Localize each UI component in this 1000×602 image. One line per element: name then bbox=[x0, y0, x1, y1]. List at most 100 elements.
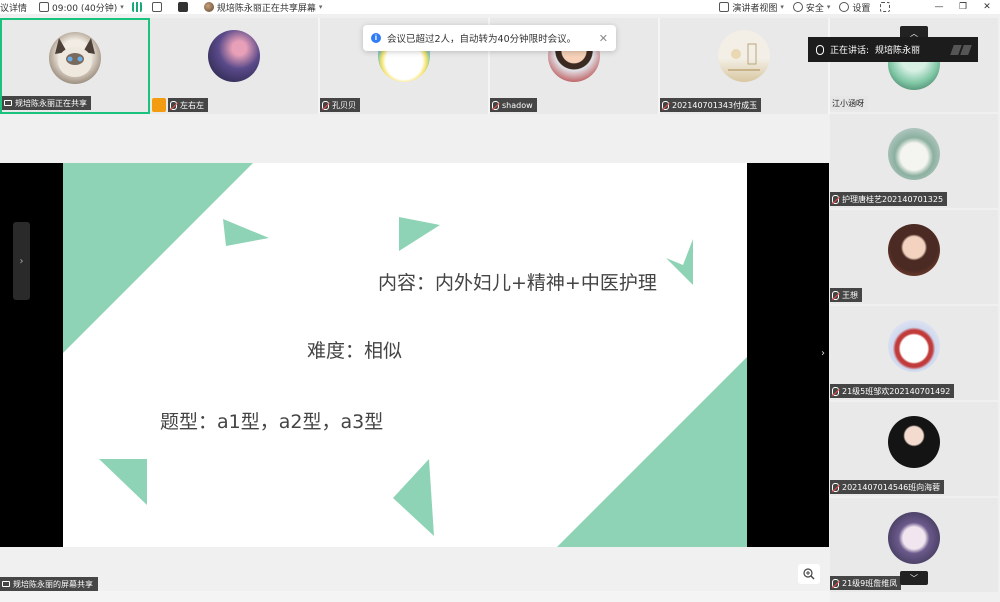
external-link-icon bbox=[151, 2, 162, 12]
sharer-dropdown[interactable]: 规培陈永丽正在共享屏幕 ▾ bbox=[203, 0, 323, 14]
scroll-down-button[interactable]: ﹀ bbox=[900, 571, 928, 585]
gear-icon bbox=[839, 2, 850, 12]
avatar bbox=[203, 2, 214, 12]
collapse-strip-handle[interactable]: › bbox=[13, 222, 30, 300]
participant-name: 左右左 bbox=[180, 100, 204, 110]
chevron-down-icon: ﹀ bbox=[910, 573, 918, 583]
speaking-indicator: 正在讲话: 规培陈永丽 bbox=[808, 37, 978, 62]
restore-button[interactable]: ❐ bbox=[956, 0, 970, 14]
zoom-button[interactable] bbox=[798, 564, 820, 584]
chevron-down-icon: ▾ bbox=[318, 3, 323, 11]
close-icon: ✕ bbox=[983, 2, 991, 12]
timer[interactable]: 09:00 (40分钟) ▾ bbox=[39, 0, 124, 14]
participant-name-tag: 江小涵呀 bbox=[830, 96, 868, 110]
participant-tile[interactable]: 规培陈永丽正在共享 bbox=[0, 18, 150, 114]
mic-muted-icon bbox=[832, 290, 839, 300]
chevron-down-icon: ▾ bbox=[780, 3, 784, 11]
minimize-icon: — bbox=[934, 2, 944, 12]
participant-name-tag: 护理唐桂艺202140701325 bbox=[830, 192, 948, 206]
slide-shard bbox=[666, 239, 693, 285]
slide-shard bbox=[399, 217, 440, 251]
participant-name: 21级5班邹欢202140701492 bbox=[842, 386, 951, 396]
limit-notification: i 会议已超过2人，自动转为40分钟限时会议。 ✕ bbox=[363, 25, 616, 51]
layout-icon bbox=[177, 2, 188, 12]
mic-muted-icon bbox=[832, 578, 839, 588]
participant-name: 王想 bbox=[842, 290, 858, 300]
presenter-view-icon bbox=[719, 2, 730, 12]
slide-shard bbox=[393, 459, 434, 536]
cat-avatar-image bbox=[55, 38, 95, 77]
avatar bbox=[888, 224, 940, 276]
screen-share-icon bbox=[2, 581, 10, 587]
participant-name: 规培陈永丽正在共享 bbox=[15, 98, 87, 108]
user-icon bbox=[152, 98, 166, 112]
participant-name-tag: 王想 bbox=[830, 288, 862, 302]
expand-column-button[interactable]: › bbox=[818, 345, 828, 361]
participant-name-tag: shadow bbox=[490, 98, 537, 112]
settings-button[interactable]: 设置 bbox=[839, 0, 870, 14]
participant-name-tag: 21级9班詹维凤 bbox=[830, 576, 902, 590]
participant-name-tag: 202140701454​6班向海蓉 bbox=[830, 480, 945, 494]
fullscreen-button[interactable] bbox=[880, 0, 891, 14]
slide-shard bbox=[223, 219, 269, 246]
share-out-button[interactable] bbox=[151, 0, 162, 14]
slide-line-difficulty: 难度：相似 bbox=[307, 340, 403, 362]
meeting-details-button[interactable]: 议详情 bbox=[0, 0, 27, 14]
zoom-in-icon bbox=[803, 568, 815, 580]
mic-muted-icon bbox=[322, 100, 329, 110]
participant-name: shadow bbox=[502, 100, 533, 110]
chevron-down-icon: ▾ bbox=[826, 3, 831, 11]
avatar bbox=[888, 416, 940, 468]
minimize-button[interactable]: — bbox=[932, 0, 946, 14]
slide-corner-triangle bbox=[557, 357, 747, 547]
speaker-name: 规培陈永丽 bbox=[875, 46, 921, 56]
participant-column: 江小涵呀 护理唐桂艺202140701325 王想 21级5班邹欢2021407… bbox=[830, 18, 1000, 602]
close-icon[interactable]: ✕ bbox=[599, 32, 608, 45]
signal-indicator[interactable] bbox=[131, 0, 142, 14]
screen-share-label: 规培陈永丽的屏幕共享 bbox=[13, 579, 93, 589]
sharer-label: 规培陈永丽正在共享屏幕 bbox=[216, 3, 316, 14]
avatar bbox=[718, 30, 770, 82]
presenter-view-label: 演讲者视图 bbox=[732, 3, 778, 14]
mic-muted-icon bbox=[662, 100, 669, 110]
participant-tile[interactable]: 护理唐桂艺202140701325 bbox=[830, 114, 998, 208]
slide-shard bbox=[99, 459, 147, 505]
screen-share-icon bbox=[4, 100, 12, 106]
meeting-window: 议详情 09:00 (40分钟) ▾ 规培陈永丽正在共享屏幕 ▾ 演讲者视图 ▾ bbox=[0, 0, 1000, 602]
participant-name-tag: 202140701343付成玉 bbox=[660, 98, 762, 112]
signal-bars-icon bbox=[131, 2, 142, 12]
participant-tile[interactable]: 左右左 bbox=[150, 18, 320, 114]
close-window-button[interactable]: ✕ bbox=[980, 0, 994, 14]
chevron-right-icon: › bbox=[19, 255, 24, 267]
avatar bbox=[888, 512, 940, 564]
avatar bbox=[208, 30, 260, 82]
participant-name-tag: 孔贝贝 bbox=[320, 98, 360, 112]
layout-button[interactable] bbox=[177, 0, 188, 14]
presenter-view-dropdown[interactable]: 演讲者视图 ▾ bbox=[719, 0, 784, 14]
mic-muted-icon bbox=[832, 194, 839, 204]
info-icon: i bbox=[371, 33, 381, 43]
participant-name: 孔贝贝 bbox=[332, 100, 356, 110]
participant-name-tag: 左右左 bbox=[168, 98, 208, 112]
participant-tile[interactable]: 202140701454​6班向海蓉 bbox=[830, 402, 998, 496]
participant-name: 江小涵呀 bbox=[832, 98, 864, 108]
avatar bbox=[888, 128, 940, 180]
notification-message: 会议已超过2人，自动转为40分钟限时会议。 bbox=[387, 34, 577, 45]
security-dropdown[interactable]: 安全 ▾ bbox=[792, 0, 831, 14]
avatar bbox=[888, 320, 940, 372]
mic-muted-icon bbox=[832, 482, 839, 492]
screen-share-tag: 规培陈永丽的屏幕共享 bbox=[0, 577, 98, 591]
participant-name: 202140701454​6班向海蓉 bbox=[842, 482, 941, 492]
participant-tile[interactable]: 21级5班邹欢202140701492 bbox=[830, 306, 998, 400]
security-label: 安全 bbox=[805, 3, 824, 14]
mic-icon bbox=[816, 44, 824, 55]
slide-corner-triangle bbox=[63, 163, 253, 353]
participant-tile[interactable]: 王想 bbox=[830, 210, 998, 304]
participant-tile[interactable]: 202140701343付成玉 bbox=[660, 18, 830, 114]
participant-name-tag: 规培陈永丽正在共享 bbox=[2, 96, 91, 110]
restore-icon: ❐ bbox=[958, 2, 968, 12]
avatar bbox=[49, 32, 101, 84]
chevron-right-icon: › bbox=[821, 347, 825, 359]
fullscreen-icon bbox=[880, 2, 891, 12]
chevron-down-icon: ▾ bbox=[120, 3, 124, 11]
